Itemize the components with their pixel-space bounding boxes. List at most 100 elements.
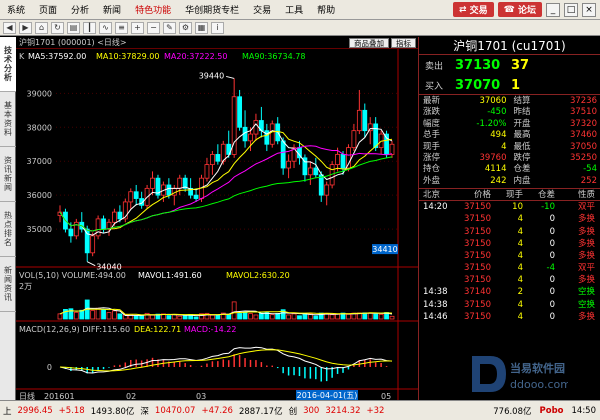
price-tick-label: 36000	[27, 191, 52, 200]
tick-row[interactable]: 14:20 37150 10 -10 双平	[419, 201, 600, 213]
zoom-in-icon[interactable]: +	[131, 21, 144, 34]
minimize-icon[interactable]: _	[546, 2, 560, 17]
menu-analysis[interactable]: 分析	[64, 3, 96, 16]
list-icon[interactable]: ≡	[115, 21, 128, 34]
trade-button[interactable]: ⇄ 交易	[452, 2, 494, 17]
ticks-list[interactable]: 14:20 37150 10 -10 双平 37150 4 0 多换 37150 4 0 多换 37150…	[419, 201, 600, 323]
ma-legend-ma10: MA10:37829.00	[96, 52, 159, 61]
stat-label: 幅度	[423, 118, 441, 129]
tick-type: 空换	[577, 299, 595, 310]
ask-price: 37130	[455, 57, 501, 73]
back-icon[interactable]: ◀	[3, 21, 16, 34]
stat-row: 涨跌 -450 昨结 37510	[419, 107, 600, 118]
stat-row: 最新 37060 结算 37236	[419, 96, 600, 107]
zoom-out-icon[interactable]: −	[147, 21, 160, 34]
maximize-icon[interactable]: □	[564, 2, 578, 17]
menu-help[interactable]: 帮助	[310, 3, 342, 16]
xaxis-label-m5: 05	[381, 392, 391, 400]
refresh-icon[interactable]: ↻	[51, 21, 64, 34]
tick-time	[419, 274, 451, 286]
side-tab-technical[interactable]: 技术分析	[0, 37, 16, 92]
kline-icon[interactable]: ┃	[83, 21, 96, 34]
candle-body	[95, 218, 101, 237]
candle-body	[389, 143, 395, 155]
menu-column[interactable]: 华创期货专栏	[178, 3, 246, 16]
candle-body	[313, 167, 319, 176]
candle-body	[193, 194, 199, 199]
trade-icon: ⇄	[458, 4, 470, 15]
stat-row: 总手 494 最高 37460	[419, 130, 600, 141]
price-tick-label: 35000	[27, 225, 52, 234]
bid-price: 37070	[455, 77, 501, 93]
tick-row[interactable]: 37150 4 0 多换	[419, 238, 600, 250]
ask-row[interactable]: 卖出 37130 37	[419, 55, 600, 75]
tick-volume: 4	[517, 226, 523, 237]
tick-price: 37150	[463, 250, 491, 261]
candle-body	[84, 228, 90, 254]
stat-label: 开盘	[513, 118, 531, 129]
index2-amount: 2887.17亿	[238, 406, 283, 417]
tick-row[interactable]: 14:46 37150 4 0 多换	[419, 311, 600, 323]
tick-oi: 0	[549, 287, 555, 298]
tick-row[interactable]: 37150 4 0 多换	[419, 213, 600, 225]
volume-bar	[133, 315, 139, 320]
tick-row[interactable]: 14:38 37140 2 0 空换	[419, 286, 600, 298]
tick-type: 双平	[577, 263, 595, 274]
xaxis-label-m3: 03	[196, 392, 206, 400]
kline-chart[interactable]: 沪铜1701 (000001) <日线> 商品叠加 指标 39000 38000 3…	[16, 37, 418, 400]
tick-row[interactable]: 37150 4 -4 双平	[419, 262, 600, 274]
tick-type: 多换	[577, 214, 595, 225]
candle-body	[177, 177, 183, 189]
volume-bar	[166, 315, 172, 320]
tick-volume: 10	[512, 202, 523, 213]
menu-news[interactable]: 新闻	[96, 3, 128, 16]
draw-icon[interactable]: ✎	[163, 21, 176, 34]
close-icon[interactable]: ×	[582, 2, 596, 17]
ticks-header: 北京 价格 现手 仓差 性质	[419, 189, 600, 202]
index2-name: 深	[140, 406, 149, 417]
side-tab-news[interactable]: 资讯新闻	[0, 147, 16, 202]
tick-row[interactable]: 37150 4 0 多换	[419, 274, 600, 286]
menu-system[interactable]: 系统	[0, 3, 32, 16]
chart-canvas[interactable]: 3900038000370003600035000394403404034410…	[16, 49, 418, 400]
bid-ask-box: 卖出 37130 37 买入 37070 1	[419, 55, 600, 95]
news-icon[interactable]: ▦	[195, 21, 208, 34]
xaxis-label-m2: 02	[126, 392, 136, 400]
ticks-col-time: 北京	[423, 190, 441, 201]
info-icon[interactable]: i	[211, 21, 224, 34]
tick-row[interactable]: 37150 4 0 多换	[419, 226, 600, 238]
minute-icon[interactable]: ∿	[99, 21, 112, 34]
forum-button[interactable]: ☎ 论坛	[497, 2, 542, 17]
side-tab-fundamental[interactable]: 基本资料	[0, 92, 16, 147]
overlay-button[interactable]: 商品叠加	[349, 37, 389, 48]
tick-price: 37150	[463, 299, 491, 310]
tick-row[interactable]: 37150 4 0 多换	[419, 250, 600, 262]
stat-row: 持仓 4114 仓差 -54	[419, 164, 600, 175]
candle-body	[324, 184, 330, 196]
home-icon[interactable]: ⌂	[35, 21, 48, 34]
price-tick-label: 38000	[27, 123, 52, 132]
volume-bar	[313, 315, 319, 320]
watermark-site: ddooo.com	[510, 378, 568, 391]
chart-icon[interactable]: ▤	[67, 21, 80, 34]
side-tab-info[interactable]: 新闻资讯	[0, 257, 16, 312]
tick-row[interactable]: 14:38 37150 4 0 空换	[419, 299, 600, 311]
menu-tools[interactable]: 工具	[278, 3, 310, 16]
candle-body	[351, 130, 357, 149]
stat-value: -1.20%	[476, 118, 507, 129]
indicator-button[interactable]: 指标	[391, 37, 416, 48]
tick-price: 37150	[463, 226, 491, 237]
stat-value: 4	[501, 141, 507, 152]
bid-volume: 1	[511, 77, 521, 93]
bid-row[interactable]: 买入 37070 1	[419, 75, 600, 95]
menu-page[interactable]: 页面	[32, 3, 64, 16]
candle-body	[318, 174, 324, 196]
menu-features[interactable]: 特色功能	[128, 3, 178, 16]
side-tab-ranking[interactable]: 热点排名	[0, 202, 16, 257]
xaxis-label-axis: 日线	[19, 391, 35, 400]
menu-trade[interactable]: 交易	[246, 3, 278, 16]
tick-time: 14:46	[423, 311, 448, 322]
forward-icon[interactable]: ▶	[19, 21, 32, 34]
volume-bar	[335, 313, 340, 320]
settings-icon[interactable]: ⚙	[179, 21, 192, 34]
